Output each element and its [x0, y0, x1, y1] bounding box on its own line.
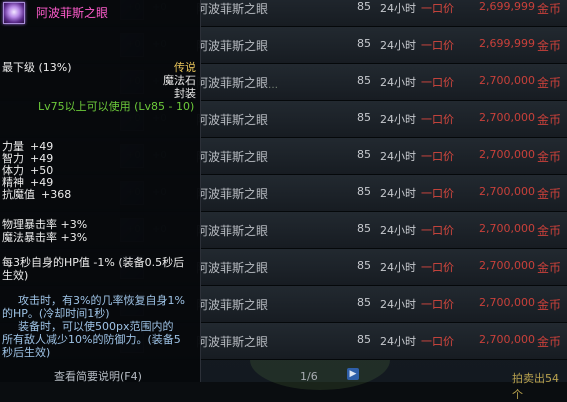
row-item-name: 阿波菲斯之眼	[196, 2, 269, 16]
row-price: 2,700,000	[479, 296, 535, 309]
row-sale-type: 一口价	[421, 224, 454, 237]
item-grade: 最下级 (13%)	[2, 61, 72, 74]
row-level: 85	[357, 74, 371, 87]
row-currency: 金币	[537, 187, 562, 201]
row-currency: 金币	[537, 2, 562, 16]
row-level: 85	[357, 259, 371, 272]
row-currency: 金币	[537, 150, 562, 164]
row-price: 2,700,000	[479, 333, 535, 346]
row-item-name: 阿波菲斯之眼	[196, 76, 269, 90]
row-price: 2,699,999	[479, 0, 535, 13]
row-level: 85	[357, 148, 371, 161]
row-currency: 金币	[537, 224, 562, 238]
row-duration: 24小时	[380, 224, 416, 237]
page-indicator: 1/6	[300, 370, 318, 383]
row-level: 85	[357, 0, 371, 13]
row-price: 2,700,000	[479, 74, 535, 87]
row-duration: 24小时	[380, 261, 416, 274]
row-sale-type: 一口价	[421, 298, 454, 311]
level-requirement: Lv75以上可以使用 (Lv85 - 10)	[38, 100, 195, 113]
row-level: 85	[357, 222, 371, 235]
row-item-name: 阿波菲斯之眼	[196, 224, 269, 238]
chat-overlay-text: …	[268, 80, 278, 91]
row-price: 2,700,000	[479, 185, 535, 198]
hp-effect-line: 生效)	[2, 269, 29, 282]
row-sale-type: 一口价	[421, 187, 454, 200]
row-duration: 24小时	[380, 76, 416, 89]
row-currency: 金币	[537, 113, 562, 127]
desc-line: 秒后生效)	[2, 346, 51, 359]
row-price: 2,699,999	[479, 37, 535, 50]
row-level: 85	[357, 185, 371, 198]
row-duration: 24小时	[380, 39, 416, 52]
row-price: 2,700,000	[479, 259, 535, 272]
row-item-name: 阿波菲斯之眼	[196, 187, 269, 201]
magic-crit: 魔法暴击率 +3%	[2, 231, 88, 244]
hp-effect-line: 每3秒自身的HP值 -1% (装备0.5秒后	[2, 256, 185, 269]
row-price: 2,700,000	[479, 111, 535, 124]
row-item-name: 阿波菲斯之眼	[196, 261, 269, 275]
row-sale-type: 一口价	[421, 39, 454, 52]
stat-line: 抗魔值 +368	[2, 186, 71, 202]
row-price: 2,700,000	[479, 148, 535, 161]
item-title: 阿波菲斯之眼	[36, 6, 109, 20]
row-currency: 金币	[537, 298, 562, 312]
row-duration: 24小时	[380, 335, 416, 348]
magic-stone-icon	[3, 2, 25, 24]
row-duration: 24小时	[380, 187, 416, 200]
row-currency: 金币	[537, 335, 562, 349]
row-item-name: 阿波菲斯之眼	[196, 113, 269, 127]
row-level: 85	[357, 296, 371, 309]
row-sale-type: 一口价	[421, 76, 454, 89]
row-price: 2,700,000	[479, 222, 535, 235]
row-duration: 24小时	[380, 298, 416, 311]
row-sale-type: 一口价	[421, 2, 454, 15]
row-sale-type: 一口价	[421, 261, 454, 274]
row-currency: 金币	[537, 261, 562, 275]
stat-label: 抗魔值	[2, 188, 35, 201]
row-level: 85	[357, 333, 371, 346]
row-duration: 24小时	[380, 150, 416, 163]
row-duration: 24小时	[380, 2, 416, 15]
row-duration: 24小时	[380, 113, 416, 126]
row-level: 85	[357, 37, 371, 50]
sell-count: 拍卖出54个	[512, 372, 559, 401]
stat-value: +368	[41, 188, 72, 201]
row-item-name: 阿波菲斯之眼	[196, 39, 269, 53]
next-page-icon[interactable]: ▶	[347, 368, 359, 380]
item-tooltip: 阿波菲斯之眼 最下级 (13%) 传说 魔法石 封装 Lv75以上可以使用 (L…	[0, 0, 201, 383]
row-item-name: 阿波菲斯之眼	[196, 150, 269, 164]
row-sale-type: 一口价	[421, 113, 454, 126]
row-level: 85	[357, 111, 371, 124]
row-sale-type: 一口价	[421, 335, 454, 348]
row-item-name: 阿波菲斯之眼	[196, 335, 269, 349]
row-sale-type: 一口价	[421, 150, 454, 163]
row-currency: 金币	[537, 76, 562, 90]
row-currency: 金币	[537, 39, 562, 53]
row-item-name: 阿波菲斯之眼	[196, 298, 269, 312]
